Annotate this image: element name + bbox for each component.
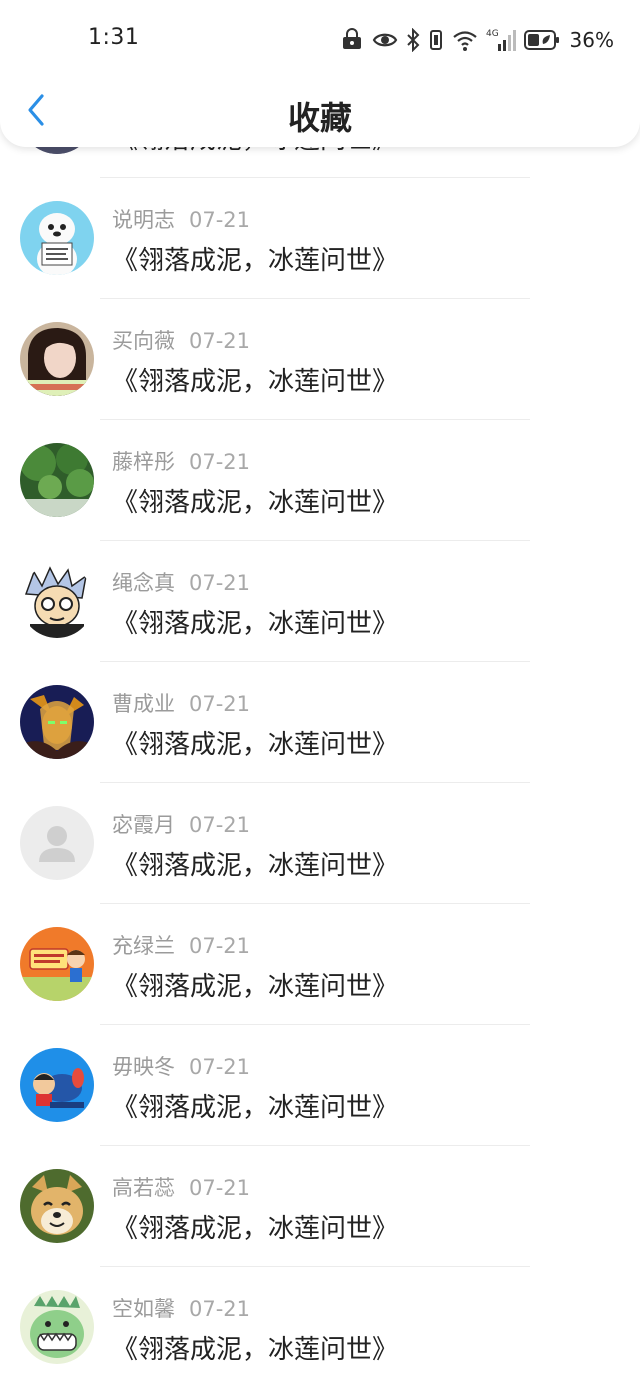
item-date: 07-21 [189,329,251,353]
item-date: 07-21 [189,813,251,837]
item-meta: 高若蕊 07-21 [112,1172,250,1202]
avatar [20,685,94,759]
item-date: 07-21 [189,571,251,595]
author-name: 充绿兰 [112,934,175,958]
item-meta: 藤梓彤 07-21 [112,446,250,476]
list-item[interactable]: 宓霞月 07-21 《翎落成泥，冰莲问世》 [0,783,640,904]
page-title: 收藏 [287,99,352,137]
favorites-screen: 《翎落成泥，冰莲问世》说明志07-21《翎落成泥，冰莲问世》买向薇07-21《翎… [0,0,640,1387]
item-meta: 充绿兰 07-21 [112,930,250,960]
item-meta: 宓霞月 07-21 [112,809,250,839]
author-name: 空如馨 [112,1297,175,1321]
nav-bar: 收藏 [0,80,640,144]
author-name: 曹成业 [112,692,175,716]
bluetooth-icon [406,28,420,52]
battery-percent: 36% [569,28,614,52]
item-title: 《翎落成泥，冰莲问世》 [112,1335,399,1365]
battery-icon [523,29,560,51]
item-meta: 绳念真 07-21 [112,567,250,597]
item-title: 《翎落成泥，冰莲问世》 [112,851,399,881]
svg-text:4G: 4G [486,29,499,39]
author-name: 买向薇 [112,329,175,353]
vpn-lock-icon [340,28,364,52]
item-meta: 毋映冬 07-21 [112,1051,250,1081]
list-item[interactable]: 曹成业 07-21 《翎落成泥，冰莲问世》 [0,662,640,783]
list-item[interactable]: 毋映冬 07-21 《翎落成泥，冰莲问世》 [0,1025,640,1146]
header: 1:31 4G 36% 收藏 [0,0,640,147]
item-date: 07-21 [189,1297,251,1321]
wifi-icon [452,28,478,52]
author-name: 毋映冬 [112,1055,175,1079]
avatar [20,443,94,517]
status-bar: 1:31 4G 36% [0,0,640,80]
item-title: 《翎落成泥，冰莲问世》 [112,1214,399,1244]
item-date: 07-21 [189,208,251,232]
author-name: 绳念真 [112,571,175,595]
item-title: 《翎落成泥，冰莲问世》 [112,1093,399,1123]
item-date: 07-21 [189,934,251,958]
item-title: 《翎落成泥，冰莲问世》 [112,609,399,639]
author-name: 藤梓彤 [112,450,175,474]
author-name: 宓霞月 [112,813,175,837]
item-meta: 空如馨 07-21 [112,1293,250,1323]
avatar [20,806,94,880]
author-name: 高若蕊 [112,1176,175,1200]
avatar [20,1169,94,1243]
list-item[interactable]: 高若蕊 07-21 《翎落成泥，冰莲问世》 [0,1146,640,1267]
avatar [20,201,94,275]
status-time: 1:31 [88,25,140,50]
item-meta: 买向薇 07-21 [112,325,250,355]
item-date: 07-21 [189,692,251,716]
list-item[interactable]: 充绿兰 07-21 《翎落成泥，冰莲问世》 [0,904,640,1025]
item-meta: 说明志 07-21 [112,204,250,234]
item-title: 《翎落成泥，冰莲问世》 [112,246,399,276]
list-item[interactable]: 买向薇 07-21 《翎落成泥，冰莲问世》 [0,299,640,420]
favorites-list: 《翎落成泥，冰莲问世》说明志07-21《翎落成泥，冰莲问世》买向薇07-21《翎… [0,57,640,1387]
list-item[interactable]: 藤梓彤 07-21 《翎落成泥，冰莲问世》 [0,420,640,541]
avatar [20,322,94,396]
vibrate-icon [428,28,444,52]
item-title: 《翎落成泥，冰莲问世》 [112,972,399,1002]
avatar [20,927,94,1001]
item-date: 07-21 [189,1176,251,1200]
item-title: 《翎落成泥，冰莲问世》 [112,488,399,518]
status-icons: 4G 36% [340,24,614,56]
item-meta: 曹成业 07-21 [112,688,250,718]
avatar [20,1290,94,1364]
avatar [20,1048,94,1122]
eye-icon [372,28,398,52]
signal-icon: 4G [486,27,516,53]
list-item[interactable]: 绳念真 07-21 《翎落成泥，冰莲问世》 [0,541,640,662]
item-title: 《翎落成泥，冰莲问世》 [112,367,399,397]
item-date: 07-21 [189,450,251,474]
item-title: 《翎落成泥，冰莲问世》 [112,730,399,760]
list-item[interactable]: 说明志 07-21 《翎落成泥，冰莲问世》 [0,178,640,299]
author-name: 说明志 [112,208,175,232]
avatar [20,564,94,638]
list-item[interactable]: 空如馨 07-21 《翎落成泥，冰莲问世》 [0,1267,640,1387]
item-date: 07-21 [189,1055,251,1079]
